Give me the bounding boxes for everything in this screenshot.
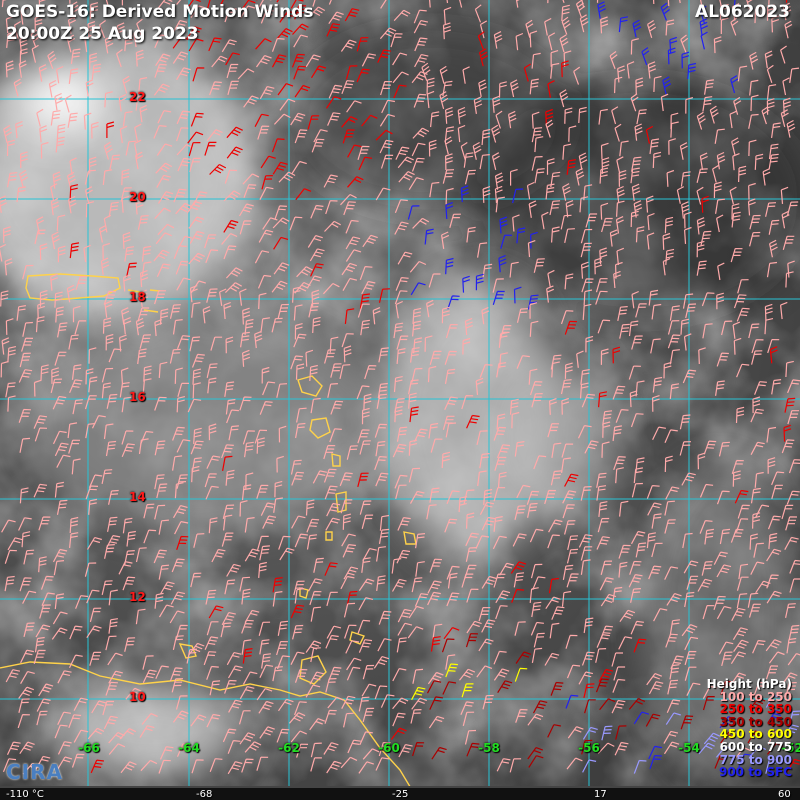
scale-label: 17 (594, 789, 607, 800)
scale-label: -25 (392, 789, 409, 800)
legend-item: 600 to 775 (719, 739, 792, 754)
satellite-wind-map (0, 0, 800, 800)
latitude-label: 16 (129, 390, 146, 404)
longitude-label: -54 (678, 741, 700, 755)
scale-label: -110 °C (6, 789, 44, 800)
timestamp: 20:00Z 25 Aug 2023 (6, 24, 199, 44)
latitude-label: 10 (129, 690, 146, 704)
latitude-label: 14 (129, 490, 146, 504)
latitude-label: 18 (129, 290, 146, 304)
longitude-label: -56 (578, 741, 600, 755)
longitude-label: -64 (178, 741, 200, 755)
legend-header: Height (hPa) (706, 677, 792, 691)
height-legend: Height (hPa) 100 to 250 250 to 350 350 to … (707, 678, 792, 779)
latitude-label: 12 (129, 590, 146, 604)
scale-label: -68 (196, 789, 213, 800)
longitude-label: -58 (478, 741, 500, 755)
legend-item: 250 to 350 (719, 702, 792, 717)
cira-logo: CIRA (6, 760, 63, 784)
longitude-label: -62 (278, 741, 300, 755)
latitude-label: 20 (129, 190, 146, 204)
legend-item: 900 to SFC (718, 765, 792, 780)
latitude-label: 22 (129, 90, 146, 104)
longitude-label: -66 (78, 741, 100, 755)
storm-id: AL062023 (695, 2, 790, 22)
product-title: GOES-16: Derived Motion Winds (6, 2, 314, 22)
scale-label: 60 (778, 789, 791, 800)
longitude-label: -60 (378, 741, 400, 755)
